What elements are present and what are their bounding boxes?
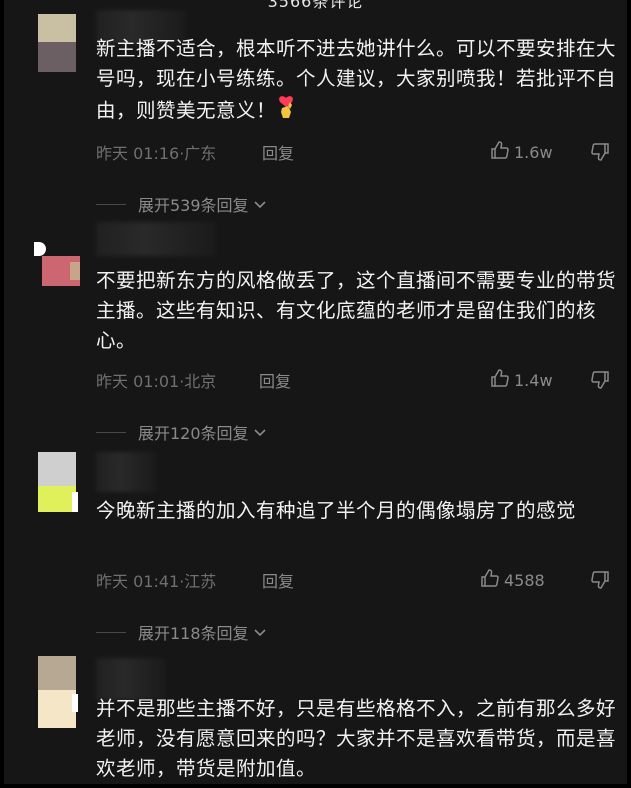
comment-text-content: 新主播不适合，根本听不进去她讲什么。可以不要安排在大号吗，现在小号练练。个人建议… xyxy=(96,37,617,122)
comment-location: 广东 xyxy=(184,144,217,163)
comment-text: 今晚新主播的加入有种追了半个月的偶像塌房了的感觉 xyxy=(96,499,577,522)
thumbs-up-icon xyxy=(490,140,510,164)
comment-location: 江苏 xyxy=(184,572,217,591)
chevron-down-icon xyxy=(253,423,267,442)
comments-panel: 3566条评论 新主播不适合，根本听不进去她讲什么。可以不要安排在大号吗，现在小… xyxy=(0,0,631,788)
comment-time: 昨天 01:16 xyxy=(96,144,180,163)
expand-replies-label: 展开539条回复 xyxy=(138,196,249,215)
comment-text: 新主播不适合，根本听不进去她讲什么。可以不要安排在大号吗，现在小号练练。个人建议… xyxy=(96,34,616,129)
comment-meta: 昨天 01:16·广东 xyxy=(96,140,216,164)
comment-text: 不要把新东方的风格做丢了，这个直播间不需要专业的带货主播。这些有知识、有文化底蕴… xyxy=(96,269,617,352)
comment-meta: 昨天 01:41·江苏 xyxy=(96,568,216,592)
dislike-button[interactable] xyxy=(590,570,610,594)
username-blurred[interactable] xyxy=(96,452,156,492)
comment-time: 昨天 01:01 xyxy=(96,372,180,391)
thumbs-down-icon xyxy=(590,143,610,166)
comment-meta: 昨天 01:01·北京 xyxy=(96,368,216,392)
thumbs-down-icon xyxy=(590,571,610,594)
avatar[interactable] xyxy=(38,452,78,512)
expand-replies-button[interactable]: 展开120条回复 xyxy=(96,420,267,444)
expand-replies-button[interactable]: 展开118条回复 xyxy=(96,620,267,644)
like-count: 1.6w xyxy=(514,142,553,162)
expand-replies-label: 展开120条回复 xyxy=(138,424,249,443)
comment-location: 北京 xyxy=(184,372,217,391)
like-count: 1.4w xyxy=(514,370,553,390)
dislike-button[interactable] xyxy=(590,142,610,166)
reply-button[interactable]: 回复 xyxy=(262,140,294,164)
thumbs-up-icon xyxy=(480,568,500,592)
like-button[interactable]: 1.6w xyxy=(490,140,553,164)
dislike-button[interactable] xyxy=(590,370,610,394)
chevron-down-icon xyxy=(253,195,267,214)
divider-line xyxy=(96,203,126,205)
expand-replies-label: 展开118条回复 xyxy=(138,624,249,643)
avatar[interactable] xyxy=(34,240,80,300)
like-button[interactable]: 4588 xyxy=(480,568,545,592)
like-count: 4588 xyxy=(504,570,545,590)
avatar[interactable] xyxy=(38,656,78,728)
comment-text: 并不是那些主播不好，只是有些格格不入，之前有那么多好老师，没有愿意回来的吗？大家… xyxy=(96,697,617,780)
comment-time: 昨天 01:41 xyxy=(96,572,180,591)
thumbs-down-icon xyxy=(590,371,610,394)
expand-replies-button[interactable]: 展开539条回复 xyxy=(96,192,267,216)
chevron-down-icon xyxy=(253,623,267,642)
finger-heart-icon xyxy=(276,94,296,129)
divider-line xyxy=(96,631,126,633)
divider-line xyxy=(96,431,126,433)
username-blurred[interactable] xyxy=(96,222,216,256)
reply-button[interactable]: 回复 xyxy=(262,568,294,592)
reply-button[interactable]: 回复 xyxy=(259,368,291,392)
avatar[interactable] xyxy=(38,14,78,74)
thumbs-up-icon xyxy=(490,368,510,392)
like-button[interactable]: 1.4w xyxy=(490,368,553,392)
